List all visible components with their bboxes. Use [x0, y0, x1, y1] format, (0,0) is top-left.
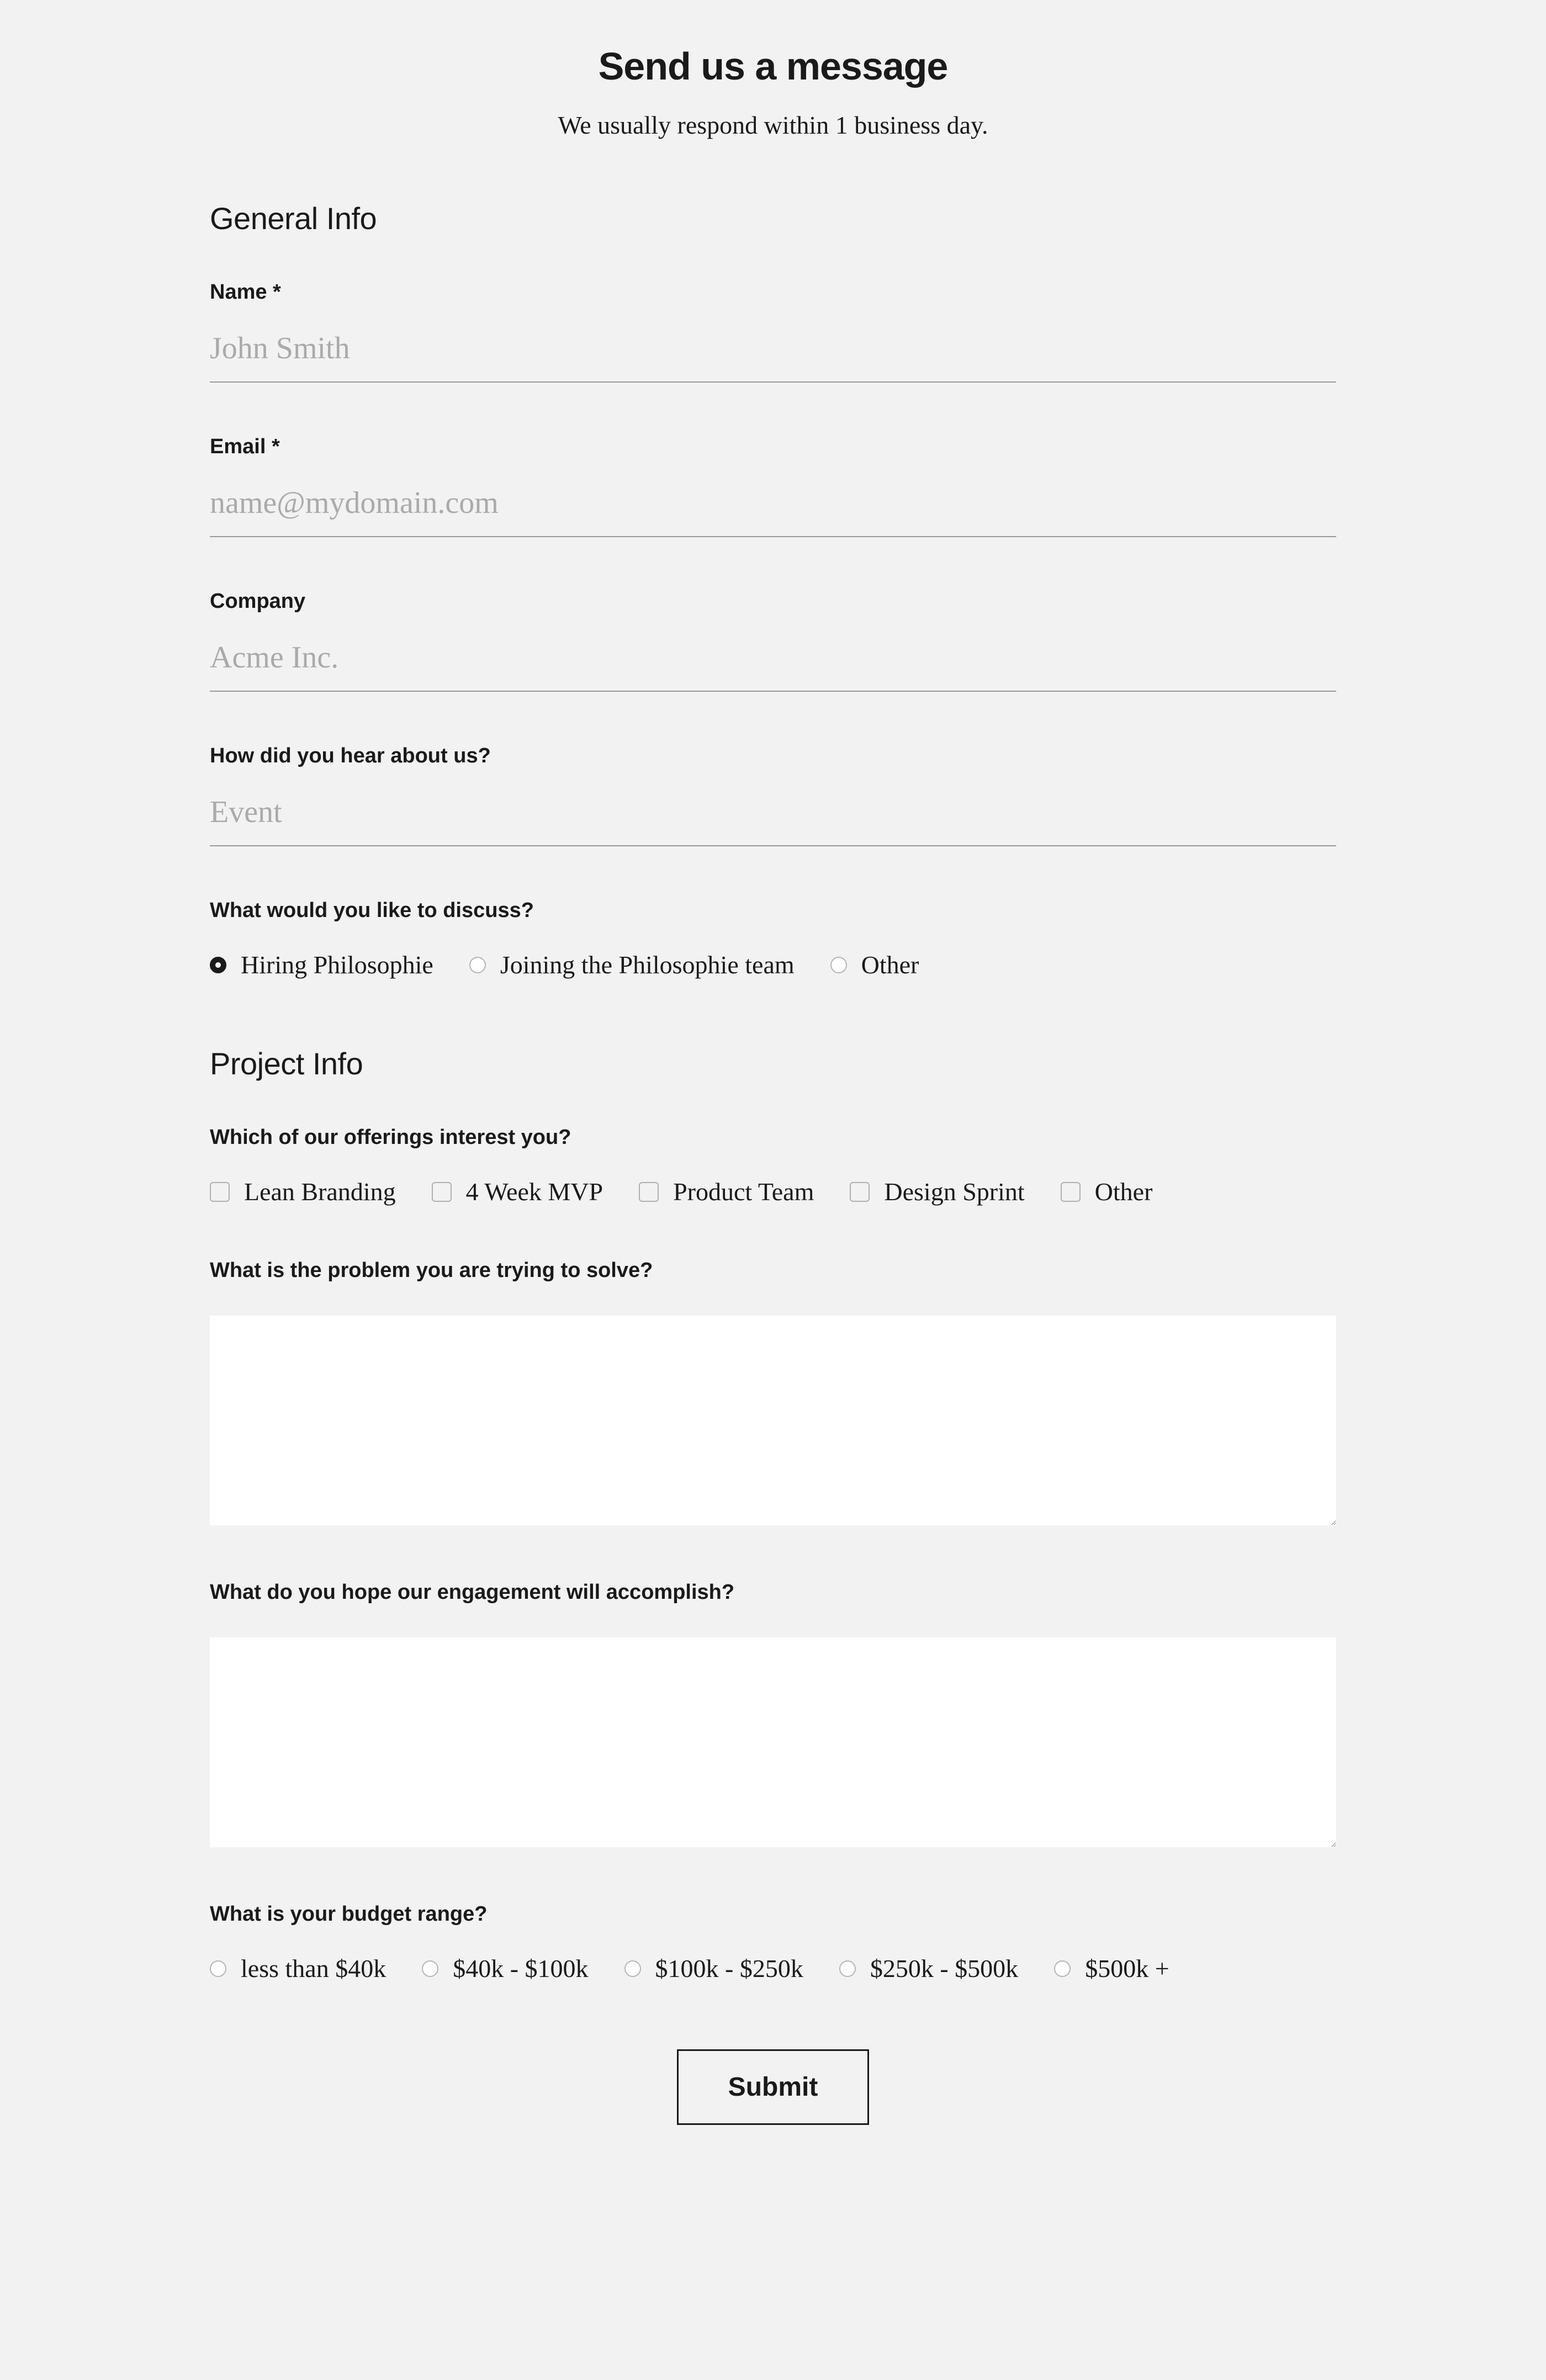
radio-joining-input[interactable] [469, 957, 486, 973]
radio-budget-100k-label: $40k - $100k [453, 1954, 588, 1983]
radio-budget-40k-input[interactable] [210, 1960, 226, 1977]
budget-options: less than $40k $40k - $100k $100k - $250… [210, 1954, 1336, 1983]
budget-label: What is your budget range? [210, 1902, 1336, 1926]
radio-other-discuss[interactable]: Other [830, 950, 919, 979]
radio-other-discuss-label: Other [861, 950, 919, 979]
checkbox-product-team[interactable]: Product Team [639, 1177, 814, 1206]
radio-budget-250k-input[interactable] [624, 1960, 641, 1977]
section-heading-project: Project Info [210, 1046, 1336, 1082]
email-input[interactable] [210, 475, 1336, 537]
checkbox-4week-mvp-label: 4 Week MVP [466, 1177, 603, 1206]
checkbox-product-team-label: Product Team [673, 1177, 814, 1206]
company-label: Company [210, 590, 1336, 613]
submit-button[interactable]: Submit [677, 2049, 870, 2125]
radio-hiring-label: Hiring Philosophie [241, 950, 433, 979]
field-company: Company [210, 590, 1336, 692]
radio-budget-40k-label: less than $40k [241, 1954, 386, 1983]
radio-budget-250k-label: $100k - $250k [655, 1954, 803, 1983]
radio-budget-40k[interactable]: less than $40k [210, 1954, 386, 1983]
field-email: Email * [210, 435, 1336, 537]
radio-budget-100k-input[interactable] [422, 1960, 438, 1977]
checkbox-lean-branding-input[interactable] [210, 1182, 230, 1202]
checkbox-product-team-input[interactable] [639, 1182, 659, 1202]
checkbox-other-offering-label: Other [1095, 1177, 1153, 1206]
field-hear-about: How did you hear about us? [210, 744, 1336, 846]
radio-budget-500kplus[interactable]: $500k + [1054, 1954, 1169, 1983]
page-subtitle: We usually respond within 1 business day… [210, 110, 1336, 140]
contact-form: Send us a message We usually respond wit… [210, 44, 1336, 2125]
radio-budget-500k-label: $250k - $500k [870, 1954, 1018, 1983]
offerings-options: Lean Branding 4 Week MVP Product Team De… [210, 1177, 1336, 1206]
radio-hiring-input[interactable] [210, 957, 226, 973]
hear-input[interactable] [210, 785, 1336, 846]
field-discuss: What would you like to discuss? Hiring P… [210, 899, 1336, 979]
checkbox-design-sprint-label: Design Sprint [884, 1177, 1024, 1206]
checkbox-design-sprint-input[interactable] [850, 1182, 870, 1202]
offerings-label: Which of our offerings interest you? [210, 1126, 1336, 1149]
radio-budget-500k[interactable]: $250k - $500k [839, 1954, 1018, 1983]
submit-row: Submit [210, 2049, 1336, 2125]
discuss-label: What would you like to discuss? [210, 899, 1336, 923]
engagement-textarea[interactable] [210, 1637, 1336, 1847]
radio-hiring[interactable]: Hiring Philosophie [210, 950, 433, 979]
company-input[interactable] [210, 630, 1336, 692]
discuss-options: Hiring Philosophie Joining the Philosoph… [210, 950, 1336, 979]
field-engagement: What do you hope our engagement will acc… [210, 1581, 1336, 1850]
radio-joining[interactable]: Joining the Philosophie team [469, 950, 795, 979]
email-label: Email * [210, 435, 1336, 459]
field-budget: What is your budget range? less than $40… [210, 1902, 1336, 1983]
section-heading-general: General Info [210, 200, 1336, 236]
checkbox-other-offering[interactable]: Other [1061, 1177, 1153, 1206]
radio-budget-500kplus-input[interactable] [1054, 1960, 1071, 1977]
radio-joining-label: Joining the Philosophie team [500, 950, 795, 979]
name-input[interactable] [210, 321, 1336, 383]
radio-budget-500k-input[interactable] [839, 1960, 856, 1977]
problem-label: What is the problem you are trying to so… [210, 1259, 1336, 1282]
checkbox-4week-mvp[interactable]: 4 Week MVP [432, 1177, 603, 1206]
radio-budget-100k[interactable]: $40k - $100k [422, 1954, 588, 1983]
radio-other-discuss-input[interactable] [830, 957, 847, 973]
field-offerings: Which of our offerings interest you? Lea… [210, 1126, 1336, 1206]
checkbox-lean-branding-label: Lean Branding [244, 1177, 396, 1206]
checkbox-design-sprint[interactable]: Design Sprint [850, 1177, 1024, 1206]
checkbox-other-offering-input[interactable] [1061, 1182, 1081, 1202]
name-label: Name * [210, 280, 1336, 304]
problem-textarea[interactable] [210, 1316, 1336, 1525]
radio-budget-500kplus-label: $500k + [1085, 1954, 1169, 1983]
radio-budget-250k[interactable]: $100k - $250k [624, 1954, 803, 1983]
checkbox-4week-mvp-input[interactable] [432, 1182, 452, 1202]
field-name: Name * [210, 280, 1336, 383]
field-problem: What is the problem you are trying to so… [210, 1259, 1336, 1528]
hear-label: How did you hear about us? [210, 744, 1336, 768]
page-title: Send us a message [210, 44, 1336, 88]
checkbox-lean-branding[interactable]: Lean Branding [210, 1177, 396, 1206]
engagement-label: What do you hope our engagement will acc… [210, 1581, 1336, 1604]
